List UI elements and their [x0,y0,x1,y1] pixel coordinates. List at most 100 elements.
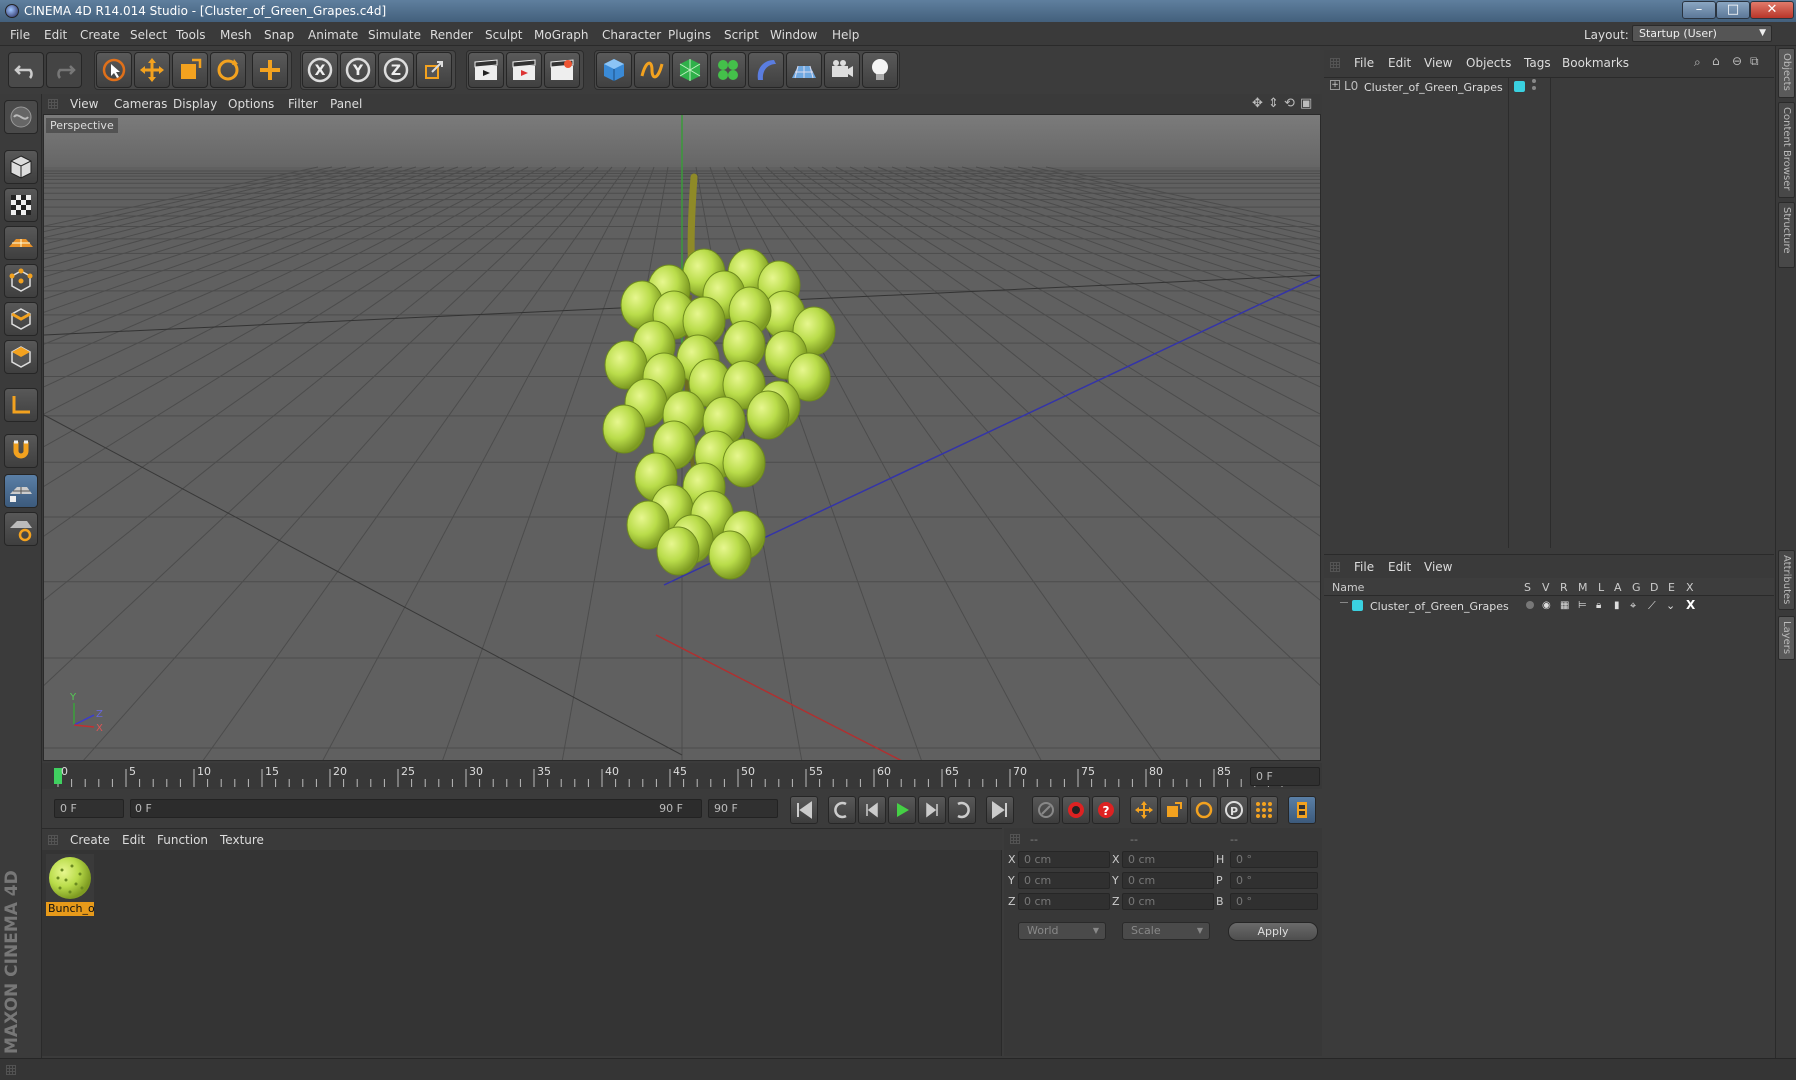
menu-tools[interactable]: Tools [176,28,206,42]
layer-col-g[interactable]: G [1632,581,1641,594]
render-picture-viewer-button[interactable] [506,52,542,88]
layer-col-m[interactable]: M [1578,581,1588,594]
layer-row[interactable]: Cluster_of_Green_Grapes ◉ ▦ ⊨ 🔒︎ ▮ ⌖ ⟋ ⌄… [1324,596,1774,614]
object-menu-edit[interactable]: Edit [1388,56,1411,70]
max-frame-field[interactable]: 90 F [708,799,778,818]
menu-character[interactable]: Character [602,28,661,42]
menu-snap[interactable]: Snap [264,28,294,42]
last-tool-button[interactable] [252,52,288,88]
layer-col-s[interactable]: S [1524,581,1531,594]
object-menu-view[interactable]: View [1424,56,1452,70]
play-button[interactable] [888,796,916,824]
layout-select[interactable]: Startup (User) ▼ [1632,25,1772,42]
menu-mesh[interactable]: Mesh [220,28,252,42]
axis-mode-button[interactable] [4,388,38,422]
viewport-menu-filter[interactable]: Filter [288,97,318,111]
workplane-mode-button[interactable] [4,226,38,260]
material-menu-create[interactable]: Create [70,833,110,847]
menu-render[interactable]: Render [430,28,473,42]
eye-icon[interactable]: ◉ [1542,600,1551,611]
rot-b-field[interactable]: 0 ° [1230,893,1318,910]
object-menu-tags[interactable]: Tags [1524,56,1551,70]
current-frame-field[interactable]: 0 F [1250,767,1320,786]
layer-col-d[interactable]: D [1650,581,1658,594]
viewport-orbit-icon[interactable]: ⟲ [1284,96,1295,111]
layer-col-l[interactable]: L [1598,581,1604,594]
object-menu-bookmarks[interactable]: Bookmarks [1562,56,1629,70]
render-clapper-icon[interactable]: ▦ [1560,600,1569,611]
layer-col-e[interactable]: E [1668,581,1675,594]
layer-col-name[interactable]: Name [1332,581,1364,594]
next-key-button[interactable] [948,796,976,824]
menu-file[interactable]: File [10,28,30,42]
key-parameter-button[interactable]: P [1220,796,1248,824]
menu-edit[interactable]: Edit [44,28,67,42]
move-tool-button[interactable] [134,52,170,88]
xref-icon[interactable]: X [1686,598,1695,612]
rotate-tool-button[interactable] [210,52,246,88]
size-z-field[interactable]: 0 cm [1122,893,1214,910]
menu-simulate[interactable]: Simulate [368,28,421,42]
pos-x-field[interactable]: 0 cm [1018,851,1110,868]
timeline-toggle-button[interactable] [1288,796,1316,824]
go-to-end-button[interactable] [986,796,1014,824]
layer-color-swatch[interactable] [1352,600,1363,611]
apply-button[interactable]: Apply [1228,922,1318,941]
live-selection-button[interactable] [96,52,132,88]
redo-button[interactable] [46,52,82,88]
layer-menu-file[interactable]: File [1354,560,1374,574]
workplane-lock-button[interactable] [4,474,38,508]
viewport-zoom-icon[interactable]: ⇕ [1268,96,1279,111]
z-axis-button[interactable]: Z [378,52,414,88]
size-x-field[interactable]: 0 cm [1122,851,1214,868]
manager-icon[interactable]: ⊨ [1578,600,1587,611]
snap-toggle-button[interactable] [4,434,38,468]
deformer-icon[interactable]: ⟋ [1648,599,1656,613]
menu-create[interactable]: Create [80,28,120,42]
locked-workplane-button[interactable] [4,512,38,546]
viewport-menu-display[interactable]: Display [173,97,217,111]
tab-structure[interactable]: Structure [1778,202,1795,268]
menu-help[interactable]: Help [832,28,859,42]
autokey-button[interactable]: ? [1092,796,1120,824]
maximize-button[interactable]: □ [1716,1,1750,19]
model-mode-button[interactable] [4,150,38,184]
object-row[interactable]: + L0 Cluster_of_Green_Grapes [1324,78,1774,96]
search-icon[interactable]: ⌕ [1694,55,1701,70]
transform-mode-dropdown[interactable]: Scale ▼ [1122,922,1210,940]
menu-plugins[interactable]: Plugins [668,28,711,42]
layer-col-x[interactable]: X [1686,581,1694,594]
generator-icon[interactable]: ⌖ [1630,599,1636,613]
viewport-menu-options[interactable]: Options [228,97,274,111]
layer-col-a[interactable]: A [1614,581,1622,594]
undo-button[interactable] [8,52,44,88]
scale-tool-button[interactable] [172,52,208,88]
preview-range-slider[interactable]: 0 F 90 F [130,799,702,818]
polygons-mode-button[interactable] [4,340,38,374]
make-editable-button[interactable] [4,100,38,134]
go-to-start-button[interactable] [790,796,818,824]
viewport-label[interactable]: Perspective [46,118,118,133]
pos-y-field[interactable]: 0 cm [1018,872,1110,889]
home-icon[interactable]: ⌂ [1712,54,1720,68]
tab-content-browser[interactable]: Content Browser [1778,102,1795,198]
layer-color-tag[interactable] [1514,81,1525,92]
key-scale-button[interactable] [1160,796,1188,824]
material-menu-texture[interactable]: Texture [220,833,264,847]
edges-mode-button[interactable] [4,302,38,336]
object-name[interactable]: Cluster_of_Green_Grapes [1364,81,1503,94]
menu-select[interactable]: Select [130,28,167,42]
tab-objects[interactable]: Objects [1778,48,1795,98]
next-frame-button[interactable] [918,796,946,824]
key-pla-button[interactable] [1250,796,1278,824]
minimize-button[interactable]: – [1682,1,1716,19]
pos-z-field[interactable]: 0 cm [1018,893,1110,910]
add-light-button[interactable] [862,52,898,88]
menu-window[interactable]: Window [770,28,817,42]
viewport-navigation-icon[interactable]: ✥ [1252,96,1263,111]
viewport-menu-panel[interactable]: Panel [330,97,362,111]
close-button[interactable]: ✕ [1750,1,1794,19]
add-deformer-button[interactable] [748,52,784,88]
tab-layers[interactable]: Layers [1778,616,1795,660]
pin-icon[interactable]: ⊖ [1732,54,1742,68]
